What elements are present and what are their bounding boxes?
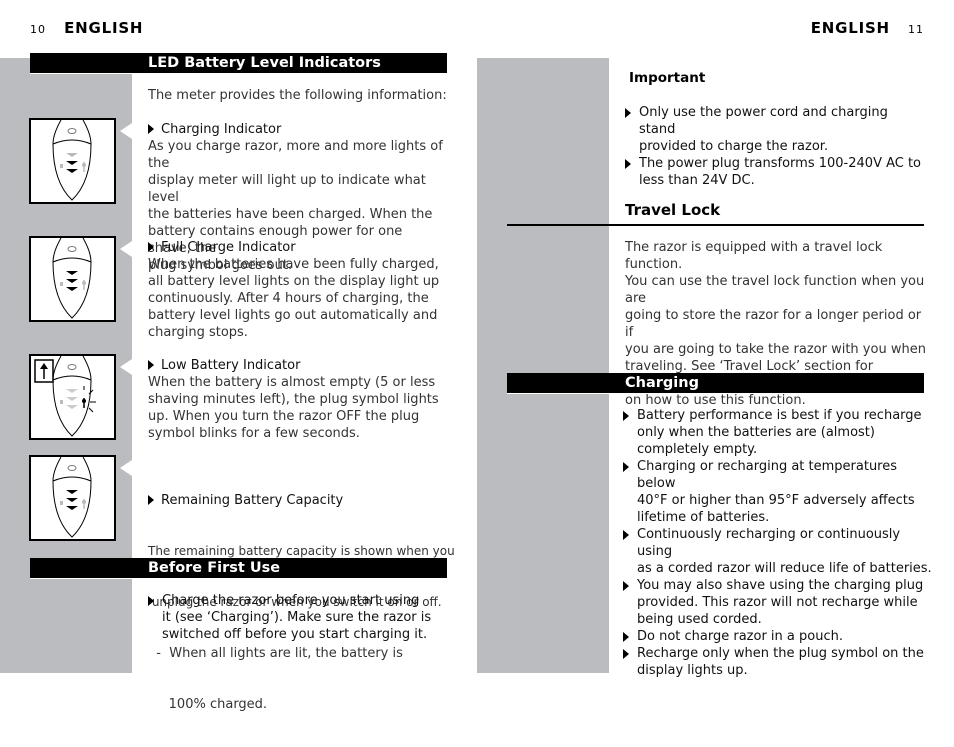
list-item: Only use the power cord and charging sta… <box>625 104 925 155</box>
text-line: only when the batteries are (almost) <box>637 425 875 440</box>
text-line: Do not charge razor in a pouch. <box>637 629 843 644</box>
text-line: it (see ‘Charging’). Make sure the razor… <box>162 610 432 625</box>
text-line: display meter will light up to indicate … <box>148 173 426 205</box>
item-title: Low Battery Indicator <box>161 358 301 373</box>
callout-pointer <box>120 359 132 375</box>
razor-low-battery-display-icon <box>29 354 116 440</box>
header-language: ENGLISH <box>810 19 890 37</box>
charging-list: Battery performance is best if you recha… <box>623 407 933 679</box>
text-line: symbol blinks for a few seconds. <box>148 426 360 441</box>
text-line: completely empty. <box>637 442 758 457</box>
callout-pointer <box>120 241 132 257</box>
text-line: less than 24V DC. <box>639 173 755 188</box>
text-line: battery level lights go out automaticall… <box>148 308 438 323</box>
before-first-use-list: Charge the razor before you start using … <box>148 592 448 643</box>
led-item-full-charge: Full Charge Indicator When the batteries… <box>148 239 448 341</box>
text-line: 100% charged. <box>148 697 268 712</box>
text-line: switched off before you start charging i… <box>162 627 428 642</box>
bullet-icon <box>623 581 629 591</box>
list-item: You may also shave using the charging pl… <box>623 577 933 628</box>
list-item: Continuously recharging or continuously … <box>623 526 933 577</box>
section-divider <box>507 224 924 226</box>
list-item: Recharge only when the plug symbol on th… <box>623 645 933 679</box>
text-line: You may also shave using the charging pl… <box>637 578 924 593</box>
text-line: going to store the razor for a longer pe… <box>625 308 922 340</box>
list-item: Charging or recharging at temperatures b… <box>623 458 933 526</box>
text-line: As you charge razor, more and more light… <box>148 139 443 171</box>
list-item: Charge the razor before you start using … <box>148 592 448 643</box>
text-line: Battery performance is best if you recha… <box>637 408 922 423</box>
important-list: Only use the power cord and charging sta… <box>625 104 925 189</box>
text-line: Recharge only when the plug symbol on th… <box>637 646 924 661</box>
page-number: 10 <box>30 23 46 36</box>
bullet-icon <box>148 124 154 134</box>
section-title: LED Battery Level Indicators <box>148 55 381 71</box>
text-line: When the battery is almost empty (5 or l… <box>148 375 436 390</box>
text-line: continuously. After 4 hours of charging,… <box>148 291 429 306</box>
header-language: ENGLISH <box>64 19 144 37</box>
bullet-icon <box>625 108 631 118</box>
callout-pointer <box>120 123 132 139</box>
text-line: You can use the travel lock function whe… <box>625 274 925 306</box>
text-line: provided. This razor will not recharge w… <box>637 595 918 610</box>
item-title: Remaining Battery Capacity <box>161 493 344 508</box>
text-line: all battery level lights on the display … <box>148 274 440 289</box>
led-item-low-battery: Low Battery Indicator When the battery i… <box>148 357 448 442</box>
sidebar-gray-band <box>477 58 609 673</box>
list-item: Battery performance is best if you recha… <box>623 407 933 458</box>
led-intro: The meter provides the following informa… <box>148 88 447 103</box>
item-title: Full Charge Indicator <box>161 240 296 255</box>
page-header-right: ENGLISH 11 <box>811 19 924 37</box>
section-title: Before First Use <box>148 560 281 576</box>
left-page: 10 ENGLISH LED Battery Level Indicators … <box>0 0 477 712</box>
bullet-icon <box>148 495 154 505</box>
travel-lock-title: Travel Lock <box>625 201 721 219</box>
text-line: - When all lights are lit, the battery i… <box>148 646 403 661</box>
razor-charging-display-icon <box>29 118 116 204</box>
text-line: being used corded. <box>637 612 762 627</box>
bullet-icon <box>148 242 154 252</box>
text-line: charging stops. <box>148 325 248 340</box>
text-line: shaving minutes left), the plug symbol l… <box>148 392 439 407</box>
page-header-left: 10 ENGLISH <box>30 19 143 37</box>
bullet-icon <box>625 159 631 169</box>
bullet-icon <box>623 632 629 642</box>
item-title: Charging Indicator <box>161 122 282 137</box>
bullet-icon <box>623 411 629 421</box>
right-page: ENGLISH 11 Important Only use the power … <box>477 0 954 678</box>
text-line: The razor is equipped with a travel lock… <box>625 240 883 272</box>
bullet-icon <box>623 530 629 540</box>
text-line: up. When you turn the razor OFF the plug <box>148 409 420 424</box>
text-line: Continuously recharging or continuously … <box>637 527 901 559</box>
text-line: 40°F or higher than 95°F adversely affec… <box>637 493 915 508</box>
bullet-icon <box>148 596 154 606</box>
text-line: Charge the razor before you start using <box>162 593 420 608</box>
bullet-icon <box>623 462 629 472</box>
callout-pointer <box>120 460 132 476</box>
section-title: Charging <box>625 375 699 391</box>
bullet-icon <box>623 649 629 659</box>
list-item: Do not charge razor in a pouch. <box>623 628 933 645</box>
bullet-icon <box>148 360 154 370</box>
razor-remaining-capacity-display-icon <box>29 455 116 541</box>
list-item: The power plug transforms 100-240V AC to… <box>625 155 925 189</box>
text-line: as a corded razor will reduce life of ba… <box>637 561 932 576</box>
page-number: 11 <box>908 23 924 36</box>
important-title: Important <box>629 70 706 86</box>
section-bar-before-first-use: Before First Use <box>30 558 447 579</box>
section-bar-charging: Charging <box>507 373 924 394</box>
text-line: lifetime of batteries. <box>637 510 770 525</box>
text-line: Only use the power cord and charging sta… <box>639 105 888 137</box>
section-bar-led: LED Battery Level Indicators <box>30 53 447 74</box>
text-line: you are going to take the razor with you… <box>625 342 926 357</box>
text-line: provided to charge the razor. <box>639 139 829 154</box>
razor-full-charge-display-icon <box>29 236 116 322</box>
text-line: display lights up. <box>637 663 748 678</box>
text-line: the batteries have been charged. When th… <box>148 207 433 222</box>
text-line: When the batteries have been fully charg… <box>148 257 439 272</box>
text-line: The power plug transforms 100-240V AC to <box>639 156 922 171</box>
text-line: Charging or recharging at temperatures b… <box>637 459 898 491</box>
